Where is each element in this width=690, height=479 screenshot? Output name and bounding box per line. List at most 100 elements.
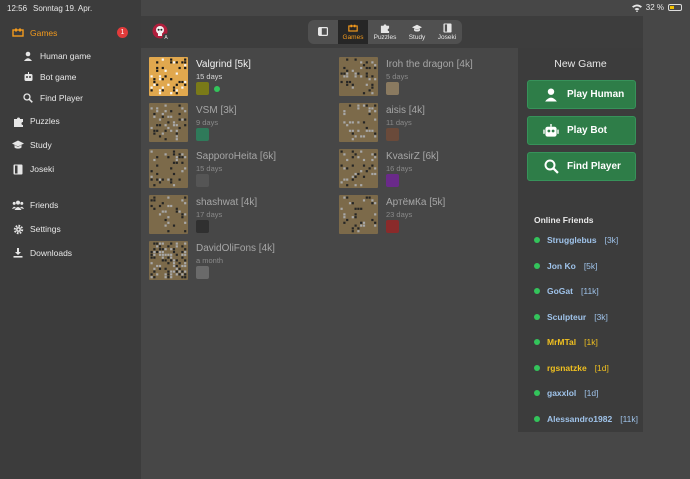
online-indicator bbox=[534, 390, 540, 396]
avatar bbox=[196, 266, 209, 279]
board-thumbnail bbox=[149, 149, 188, 188]
status-bar-right: 32 % bbox=[0, 0, 690, 16]
game-time: a month bbox=[196, 256, 224, 265]
game-card[interactable]: АртёмКа [5k] 23 days bbox=[339, 195, 509, 237]
person-icon bbox=[543, 87, 559, 103]
sidebar-item-human-game[interactable]: Human game bbox=[22, 46, 141, 66]
play-human-button[interactable]: Play Human bbox=[527, 80, 636, 109]
battery-percent: 32 % bbox=[645, 3, 664, 12]
friend-name: Alessandro1982 bbox=[547, 414, 613, 424]
game-opponent: VSM [3k] bbox=[196, 105, 237, 116]
online-indicator bbox=[534, 237, 540, 243]
sidebar-item-settings[interactable]: Settings bbox=[12, 219, 141, 239]
game-time: 9 days bbox=[196, 118, 219, 127]
sidebar-item-label: Bot game bbox=[40, 72, 77, 82]
friend-item[interactable]: Sculpteur [3k] bbox=[534, 311, 608, 323]
wifi-icon bbox=[631, 4, 642, 12]
friend-name: MrMTal bbox=[547, 337, 577, 347]
online-indicator bbox=[534, 416, 540, 422]
button-label: Play Human bbox=[567, 89, 625, 100]
game-card[interactable]: Valgrind [5k] 15 days bbox=[149, 57, 319, 99]
book-icon bbox=[12, 163, 24, 175]
game-card[interactable]: aisis [4k] 11 days bbox=[339, 103, 509, 145]
friend-item[interactable]: Alessandro1982 [11k] bbox=[534, 413, 638, 425]
friend-rank: [1d] bbox=[594, 363, 609, 373]
friend-item[interactable]: rgsnatzke [1d] bbox=[534, 362, 609, 374]
play-bot-button[interactable]: Play Bot bbox=[527, 116, 636, 145]
puzzle-icon bbox=[380, 23, 390, 33]
online-indicator bbox=[534, 365, 540, 371]
friend-rank: [11k] bbox=[580, 286, 599, 296]
avatar bbox=[386, 82, 399, 95]
friend-rank: [3k] bbox=[594, 312, 608, 322]
sidebar-item-find-player[interactable]: Find Player bbox=[22, 88, 141, 108]
friend-item[interactable]: MrMTal [1k] bbox=[534, 336, 598, 348]
game-opponent: Valgrind [5k] bbox=[196, 59, 251, 70]
find-player-button[interactable]: Find Player bbox=[527, 152, 636, 181]
tab-puzzles[interactable]: Puzzles bbox=[368, 20, 402, 44]
game-card[interactable]: SapporoHeita [6k] 15 days bbox=[149, 149, 319, 191]
online-indicator bbox=[534, 288, 540, 294]
new-game-title: New Game bbox=[554, 58, 607, 70]
game-time: 23 days bbox=[386, 210, 413, 219]
online-indicator bbox=[214, 86, 220, 92]
sidebar-item-label: Find Player bbox=[40, 93, 83, 103]
games-icon bbox=[12, 27, 24, 39]
user-avatar-icon[interactable]: A bbox=[152, 23, 170, 41]
main-area: 32 % A Games Puzzles Study Joseki Valgri… bbox=[141, 0, 690, 479]
game-opponent: DavidOliFons [4k] bbox=[196, 243, 275, 254]
game-card[interactable]: shashwat [4k] 17 days bbox=[149, 195, 319, 237]
tab-label: Puzzles bbox=[373, 34, 397, 41]
game-time: 15 days bbox=[196, 164, 223, 173]
friend-item[interactable]: Strugglebus [3k] bbox=[534, 234, 618, 246]
search-icon bbox=[543, 159, 559, 175]
sidebar-item-label: Games bbox=[30, 28, 58, 38]
sidebar-item-study[interactable]: Study bbox=[12, 135, 141, 155]
book-icon bbox=[442, 23, 452, 33]
friend-name: gaxxlol bbox=[547, 388, 577, 398]
sidebar-item-games[interactable]: Games 1 bbox=[12, 23, 141, 43]
board-thumbnail bbox=[339, 149, 378, 188]
friend-name: Strugglebus bbox=[547, 235, 597, 245]
tab-games[interactable]: Games bbox=[338, 20, 368, 44]
sidebar-item-label: Study bbox=[30, 140, 52, 150]
board-thumbnail bbox=[149, 241, 188, 280]
sidebar-item-friends[interactable]: Friends bbox=[12, 195, 141, 215]
game-card[interactable]: VSM [3k] 9 days bbox=[149, 103, 319, 145]
sidebar-item-bot-game[interactable]: Bot game bbox=[22, 67, 141, 87]
gear-icon bbox=[12, 223, 24, 235]
friend-rank: [1k] bbox=[584, 337, 598, 347]
sidebar-item-joseki[interactable]: Joseki bbox=[12, 159, 141, 179]
friend-item[interactable]: Jon Ko [5k] bbox=[534, 260, 598, 272]
button-label: Play Bot bbox=[567, 125, 608, 136]
avatar bbox=[196, 174, 209, 187]
tab-study[interactable]: Study bbox=[402, 20, 432, 44]
game-card[interactable]: Iroh the dragon [4k] 5 days bbox=[339, 57, 509, 99]
sidebar-item-label: Human game bbox=[40, 51, 92, 61]
avatar bbox=[386, 220, 399, 233]
avatar bbox=[196, 82, 209, 95]
friend-item[interactable]: gaxxlol [1d] bbox=[534, 387, 598, 399]
online-indicator bbox=[534, 314, 540, 320]
game-card[interactable]: DavidOliFons [4k] a month bbox=[149, 241, 319, 283]
tab-sidebar-toggle[interactable] bbox=[308, 20, 338, 44]
sidebar-item-puzzles[interactable]: Puzzles bbox=[12, 111, 141, 131]
friend-name: Jon Ko bbox=[547, 261, 576, 271]
tab-joseki[interactable]: Joseki bbox=[432, 20, 462, 44]
online-friends-title: Online Friends bbox=[534, 215, 594, 225]
friend-name: GoGat bbox=[547, 286, 573, 296]
sidebar-toggle-icon bbox=[318, 27, 328, 37]
sidebar-item-label: Joseki bbox=[30, 164, 55, 174]
friend-rank: [5k] bbox=[583, 261, 598, 271]
friend-item[interactable]: GoGat [11k] bbox=[534, 285, 599, 297]
game-time: 17 days bbox=[196, 210, 223, 219]
sidebar-item-label: Downloads bbox=[30, 248, 73, 258]
game-opponent: shashwat [4k] bbox=[196, 197, 258, 208]
game-time: 5 days bbox=[386, 72, 409, 81]
game-card[interactable]: KvasirZ [6k] 16 days bbox=[339, 149, 509, 191]
game-time: 15 days bbox=[196, 72, 223, 81]
sidebar-item-label: Settings bbox=[30, 224, 61, 234]
board-thumbnail bbox=[149, 195, 188, 234]
game-opponent: АртёмКа [5k] bbox=[386, 197, 446, 208]
sidebar-item-downloads[interactable]: Downloads bbox=[12, 243, 141, 263]
